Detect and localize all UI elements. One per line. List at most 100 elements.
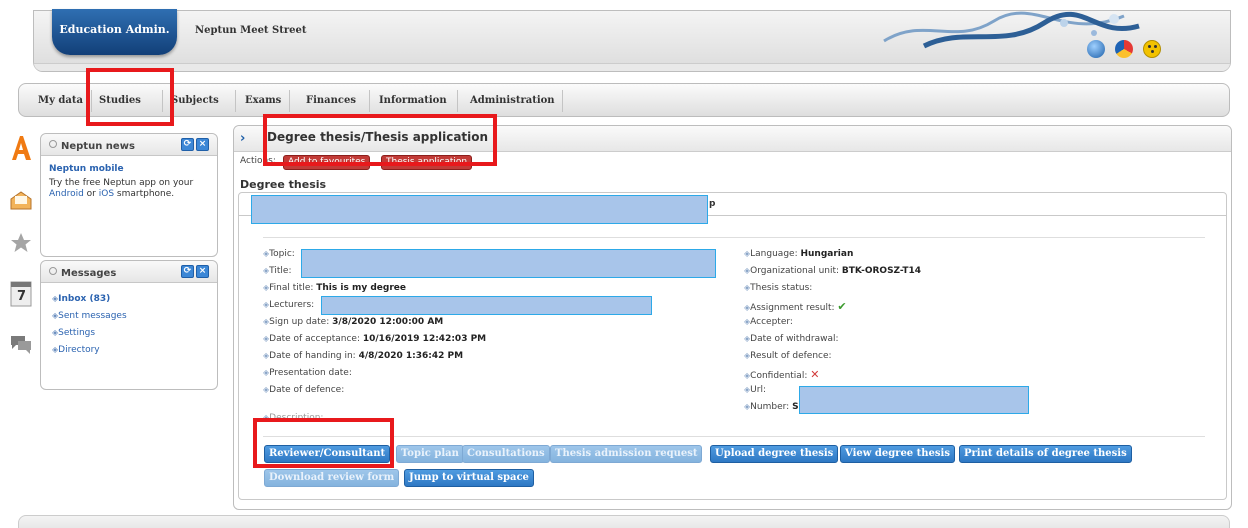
smile-icon[interactable] (1143, 40, 1161, 58)
refresh-icon[interactable]: ⟳ (181, 265, 194, 278)
field-date-of-acceptance: Date of acceptance: 10/16/2019 12:42:03 … (263, 334, 486, 344)
field-date-of-handing-in: Date of handing in: 4/8/2020 1:36:42 PM (263, 351, 463, 361)
chat-icon[interactable] (10, 333, 32, 355)
redacted-lecturers (321, 296, 652, 315)
news-panel: Neptun news ⟳ × Neptun mobile Try the fr… (40, 133, 218, 257)
news-text-or: or (83, 189, 99, 199)
messages-settings[interactable]: Settings (52, 328, 95, 338)
news-heading[interactable]: Neptun mobile (49, 164, 124, 174)
field-label: Lecturers: (269, 300, 315, 310)
menu-item-information[interactable]: Information (379, 95, 447, 106)
field-label: Thesis status: (750, 283, 813, 293)
field-url: Url: (744, 385, 766, 395)
thesis-tab-label[interactable]: p (709, 199, 715, 209)
favourites-a-icon[interactable] (10, 135, 32, 161)
messages-directory[interactable]: Directory (52, 345, 99, 355)
field-value: 4/8/2020 1:36:42 PM (358, 351, 464, 361)
field-label: Title: (269, 266, 292, 276)
refresh-icon[interactable]: ⟳ (181, 138, 194, 151)
news-text-line: Try the free Neptun app on your (49, 178, 194, 188)
consultations-button[interactable]: Consultations (462, 445, 550, 463)
details-divider (263, 436, 1205, 437)
messages-sent[interactable]: Sent messages (52, 311, 126, 321)
field-label: Description: (269, 413, 324, 423)
menu-separator (235, 90, 236, 112)
section-title: Degree thesis (240, 178, 327, 191)
details-divider (263, 237, 1205, 238)
messages-panel-header: Messages ⟳ × (41, 261, 217, 283)
upload-degree-thesis-button[interactable]: Upload degree thesis (710, 445, 839, 463)
globe-icon[interactable] (1087, 40, 1105, 58)
close-icon[interactable]: × (196, 138, 209, 151)
menu-separator (162, 90, 163, 112)
messages-panel-title: Messages (49, 267, 116, 279)
reviewer-consultant-button[interactable]: Reviewer/Consultant (264, 445, 391, 463)
actions-label: Actions: (240, 156, 276, 166)
main-menu: My data Studies Subjects Exams Finances … (18, 83, 1230, 117)
field-label: Number: (750, 402, 790, 412)
messages-inbox[interactable]: Inbox (83) (52, 294, 110, 304)
color-icon[interactable] (1115, 40, 1133, 58)
field-label: Topic: (269, 249, 295, 259)
print-details-button[interactable]: Print details of degree thesis (959, 445, 1132, 463)
redacted-thesis-title (251, 195, 708, 224)
thesis-admission-request-button[interactable]: Thesis admission request (550, 445, 703, 463)
menu-item-administration[interactable]: Administration (470, 95, 555, 106)
download-review-form-button[interactable]: Download review form (264, 469, 400, 487)
close-icon[interactable]: × (196, 265, 209, 278)
envelope-icon[interactable] (10, 190, 32, 210)
menu-separator (91, 90, 92, 112)
menu-item-finances[interactable]: Finances (306, 95, 356, 106)
x-icon: ✕ (810, 368, 820, 381)
field-sign-up-date: Sign up date: 3/8/2020 12:00:00 AM (263, 317, 443, 327)
menu-item-my-data[interactable]: My data (38, 95, 83, 106)
view-degree-thesis-button[interactable]: View degree thesis (840, 445, 955, 463)
field-label: Language: (750, 249, 798, 259)
menu-item-subjects[interactable]: Subjects (171, 95, 219, 106)
chevron-right-icon[interactable]: › (240, 131, 245, 146)
main-panel: › Degree thesis/Thesis application Actio… (233, 125, 1232, 510)
field-label: Url: (750, 385, 766, 395)
add-to-favourites-button[interactable]: Add to favourites (283, 155, 371, 170)
field-description: Description: (263, 413, 323, 423)
messages-panel: Messages ⟳ × Inbox (83) Sent messages Se… (40, 260, 218, 390)
thesis-application-button[interactable]: Thesis application (381, 155, 473, 170)
jump-to-virtual-space-button[interactable]: Jump to virtual space (404, 469, 534, 487)
field-thesis-status: Thesis status: (744, 283, 812, 293)
menu-separator (369, 90, 370, 112)
android-link[interactable]: Android (49, 189, 84, 199)
field-organizational-unit: Organizational unit: BTK-OROSZ-T14 (744, 266, 921, 276)
field-label: Assignment result: (750, 303, 835, 313)
news-text-end: smartphone. (114, 189, 175, 199)
menu-separator (562, 90, 563, 112)
main-panel-header: › Degree thesis/Thesis application (234, 126, 1231, 152)
star-icon[interactable] (10, 232, 32, 254)
svg-text:7: 7 (17, 289, 26, 304)
field-lecturers: Lecturers: (263, 300, 314, 310)
field-label: Accepter: (750, 317, 793, 327)
field-label: Final title: (269, 283, 314, 293)
field-final-title: Final title: This is my degree (263, 283, 406, 293)
header: Education Admin. Neptun Meet Street (33, 9, 1231, 72)
field-language: Language: Hungarian (744, 249, 853, 259)
field-label: Presentation date: (269, 368, 352, 378)
field-value: S (792, 402, 799, 412)
field-assignment-result: Assignment result: ✔ (744, 300, 846, 313)
field-number: Number: S (744, 402, 799, 412)
field-value: Hungarian (800, 249, 854, 259)
field-accepter: Accepter: (744, 317, 793, 327)
field-topic: Topic: (263, 249, 295, 259)
menu-item-studies[interactable]: Studies (99, 95, 141, 106)
field-label: Date of defence: (269, 385, 345, 395)
thesis-details-box: p Topic: Title: Final title: This is my … (238, 192, 1227, 500)
field-value: 3/8/2020 12:00:00 AM (332, 317, 444, 327)
site-name: Neptun Meet Street (195, 25, 307, 36)
calendar-icon[interactable]: 7 (10, 280, 32, 308)
ios-link[interactable]: iOS (99, 189, 114, 199)
brand-tab[interactable]: Education Admin. (52, 9, 177, 55)
field-date-of-withdrawal: Date of withdrawal: (744, 334, 838, 344)
menu-separator (289, 90, 290, 112)
field-title: Title: (263, 266, 291, 276)
menu-item-exams[interactable]: Exams (245, 95, 281, 106)
topic-plan-button[interactable]: Topic plan (396, 445, 464, 463)
